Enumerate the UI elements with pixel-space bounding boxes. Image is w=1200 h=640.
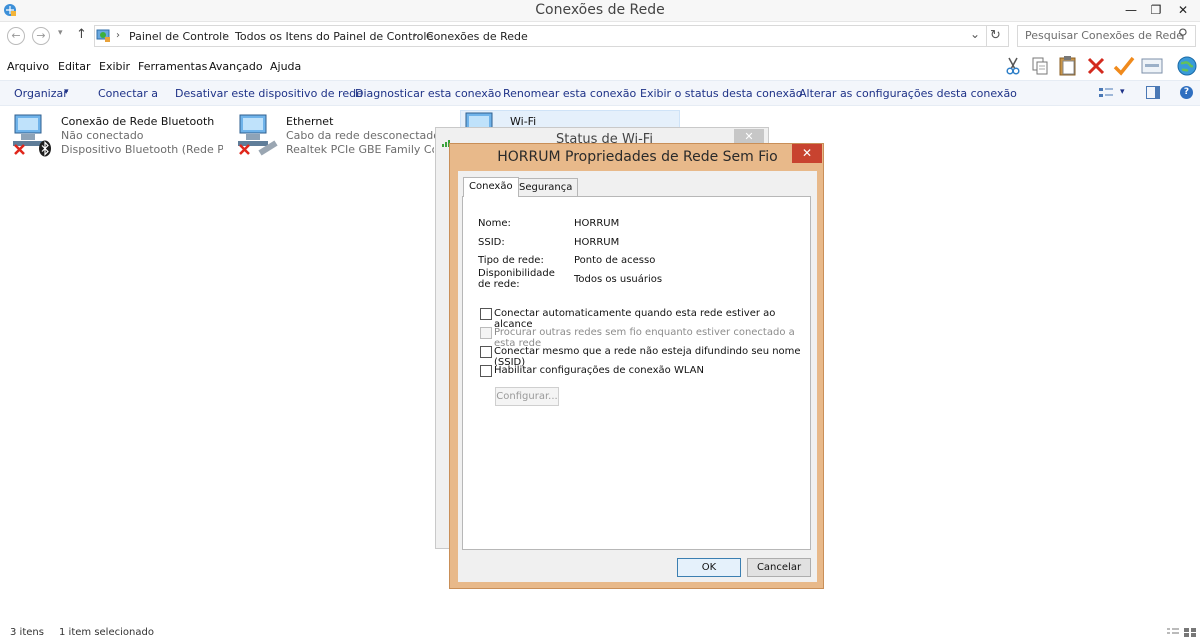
tab-seguranca[interactable]: Segurança: [513, 178, 579, 197]
address-dropdown-button[interactable]: ⌄: [970, 27, 980, 41]
restore-button[interactable]: ❐: [1142, 0, 1170, 21]
wireless-properties-dialog: HORRUM Propriedades de Rede Sem Fio ✕ Co…: [449, 143, 824, 589]
checkmark-icon[interactable]: [1113, 56, 1135, 76]
tiles-view-icon[interactable]: [1184, 627, 1196, 637]
cmd-connect-to[interactable]: Conectar a: [98, 87, 158, 100]
menu-exibir[interactable]: Exibir: [99, 60, 130, 73]
dialog-body: Conexão Segurança Nome: HORRUM SSID: HOR…: [458, 171, 817, 582]
cmd-rename[interactable]: Renomear esta conexão: [503, 87, 636, 100]
help-icon[interactable]: ?: [1180, 86, 1193, 99]
cancel-button[interactable]: Cancelar: [747, 558, 811, 577]
status-bar: [0, 625, 1200, 636]
field-value-network-type: Ponto de acesso: [574, 255, 656, 266]
copy-icon[interactable]: [1031, 56, 1049, 76]
field-value-availability: Todos os usuários: [574, 274, 663, 285]
bluetooth-icon: [38, 140, 52, 157]
properties-icon[interactable]: [1141, 57, 1163, 75]
field-value-name: HORRUM: [574, 218, 620, 229]
tab-conexao[interactable]: Conexão: [463, 177, 519, 197]
control-panel-icon: [96, 28, 111, 43]
menu-arquivo[interactable]: Arquivo: [7, 60, 49, 73]
ok-button[interactable]: OK: [677, 558, 741, 577]
view-options-arrow[interactable]: ▾: [1120, 87, 1125, 97]
paste-icon[interactable]: [1057, 55, 1079, 77]
minimize-button[interactable]: —: [1117, 0, 1145, 21]
field-label: Tipo de rede:: [478, 255, 544, 266]
field-value-ssid: HORRUM: [574, 237, 620, 248]
cmd-view-status[interactable]: Exibir o status desta conexão: [640, 87, 802, 100]
breadcrumb-item[interactable]: Conexões de Rede: [426, 30, 528, 43]
look-other-networks-checkbox: [480, 327, 492, 339]
configure-button: Configurar...: [495, 387, 559, 406]
organize-arrow-icon[interactable]: ▾: [64, 87, 69, 97]
back-button[interactable]: ←: [7, 27, 25, 45]
connection-name: Conexão de Rede Bluetooth: [61, 115, 215, 128]
connection-device: Dispositivo Bluetooth (Rede Pess...: [61, 143, 223, 156]
auto-connect-checkbox[interactable]: [480, 308, 492, 320]
field-label: Nome:: [478, 218, 511, 229]
breadcrumb-item[interactable]: Painel de Controle: [129, 30, 229, 43]
connection-status: Não conectado: [61, 129, 144, 142]
breadcrumb-separator: ›: [413, 30, 417, 41]
disconnected-x-icon: [13, 143, 26, 156]
scissors-icon[interactable]: [1004, 56, 1022, 76]
item-count: 3 itens: [10, 627, 44, 638]
search-input[interactable]: Pesquisar Conexões de Rede: [1017, 25, 1196, 47]
breadcrumb-separator: ›: [116, 30, 120, 41]
forward-button[interactable]: →: [32, 27, 50, 45]
wlan-settings-label[interactable]: Habilitar configurações de conexão WLAN: [494, 365, 704, 376]
tab-panel: Nome: HORRUM SSID: HORRUM Tipo de rede: …: [462, 196, 811, 550]
up-button[interactable]: ↑: [76, 27, 87, 42]
connect-hidden-checkbox[interactable]: [480, 346, 492, 358]
dialog-close-button[interactable]: ✕: [792, 144, 822, 163]
connection-status: Cabo da rede desconectado: [286, 129, 440, 142]
details-view-icon[interactable]: [1167, 627, 1179, 636]
divider: [986, 25, 987, 47]
delete-icon[interactable]: [1086, 56, 1106, 76]
cmd-diagnose[interactable]: Diagnosticar esta conexão: [355, 87, 501, 100]
breadcrumb-separator: ›: [222, 30, 226, 41]
breadcrumb-item[interactable]: Todos os Itens do Painel de Controle: [235, 30, 433, 43]
menu-ajuda[interactable]: Ajuda: [270, 60, 301, 73]
connection-name: Ethernet: [286, 115, 334, 128]
globe-icon[interactable]: [1176, 55, 1198, 77]
menu-editar[interactable]: Editar: [58, 60, 91, 73]
menu-avancado[interactable]: Avançado: [209, 60, 263, 73]
menu-ferramentas[interactable]: Ferramentas: [138, 60, 207, 73]
refresh-button[interactable]: ↻: [990, 28, 1001, 43]
wlan-settings-checkbox[interactable]: [480, 365, 492, 377]
window-title: Conexões de Rede: [535, 2, 665, 18]
field-label: SSID:: [478, 237, 505, 248]
view-options-icon[interactable]: [1099, 87, 1113, 99]
cmd-disable-device[interactable]: Desativar este dispositivo de rede: [175, 87, 363, 100]
selection-count: 1 item selecionado: [59, 627, 154, 638]
cmd-change-settings[interactable]: Alterar as configurações desta conexão: [799, 87, 1017, 100]
close-button[interactable]: ✕: [1168, 0, 1198, 21]
dialog-title: HORRUM Propriedades de Rede Sem Fio: [497, 149, 778, 165]
recent-locations-button[interactable]: ▾: [58, 28, 63, 38]
address-bar[interactable]: [94, 25, 1009, 47]
field-label: Disponibilidade de rede:: [478, 268, 555, 290]
preview-pane-icon[interactable]: [1146, 86, 1160, 99]
disconnected-x-icon: [238, 143, 251, 156]
search-icon[interactable]: ⚲: [1178, 27, 1188, 42]
organize-button[interactable]: Organizar: [14, 87, 68, 100]
connection-device: Realtek PCIe GBE Family Controll...: [286, 143, 434, 156]
